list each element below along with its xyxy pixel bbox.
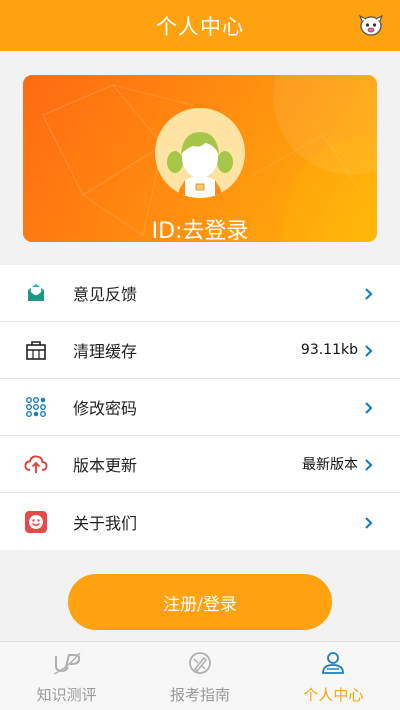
feedback-envelope-icon xyxy=(24,281,48,305)
tab-label: 报考指南 xyxy=(169,686,230,704)
tab-exam-guide[interactable]: 报考指南 xyxy=(133,642,266,710)
tab-label: 知识测评 xyxy=(36,686,97,704)
tab-personal-center[interactable]: 个人中心 xyxy=(267,642,400,710)
tab-label: 个人中心 xyxy=(303,686,364,704)
menu-item-clear-cache[interactable]: 清理缓存 93.11kb xyxy=(0,322,400,379)
version-status-value: 最新版本 xyxy=(302,457,358,473)
clear-cache-bag-icon xyxy=(24,338,48,362)
page-title: 个人中心 xyxy=(156,14,244,39)
menu-label: 版本更新 xyxy=(73,456,138,475)
up-logo-icon xyxy=(52,650,82,676)
menu-item-about-us[interactable]: 关于我们 xyxy=(0,493,400,550)
profile-card[interactable]: ID:去登录 xyxy=(23,75,377,242)
tab-knowledge-test[interactable]: 知识测评 xyxy=(0,642,133,710)
menu-item-change-password[interactable]: 修改密码 xyxy=(0,379,400,436)
chevron-right-icon xyxy=(364,400,374,414)
person-icon xyxy=(318,650,348,676)
menu-label: 关于我们 xyxy=(73,513,138,533)
profile-id-login[interactable]: ID:去登录 xyxy=(23,213,377,242)
menu-label: 清理缓存 xyxy=(73,342,138,361)
top-header: 个人中心 xyxy=(0,0,400,51)
cache-size-value: 93.11kb xyxy=(300,342,358,358)
chevron-right-icon xyxy=(364,343,374,357)
register-login-button[interactable]: 注册/登录 xyxy=(68,574,332,630)
menu-label: 意见反馈 xyxy=(73,285,138,304)
bottom-tab-bar: 知识测评 报考指南 个人中心 xyxy=(0,641,400,710)
menu-label: 修改密码 xyxy=(73,399,138,418)
menu-item-version-update[interactable]: 版本更新 最新版本 xyxy=(0,436,400,493)
password-keypad-icon xyxy=(24,395,48,419)
menu-item-feedback[interactable]: 意见反馈 xyxy=(0,265,400,322)
settings-menu: 意见反馈 清理缓存 93.11kb 修改密码 版本更新 最新版本 关于我们 xyxy=(0,265,400,550)
compass-pen-icon xyxy=(185,650,215,676)
chevron-right-icon xyxy=(364,457,374,471)
chevron-right-icon xyxy=(364,286,374,300)
mascot-icon[interactable] xyxy=(358,13,384,37)
cloud-upload-icon xyxy=(24,452,48,476)
chevron-right-icon xyxy=(364,515,374,529)
smile-face-icon xyxy=(24,510,48,534)
avatar[interactable] xyxy=(155,108,245,198)
